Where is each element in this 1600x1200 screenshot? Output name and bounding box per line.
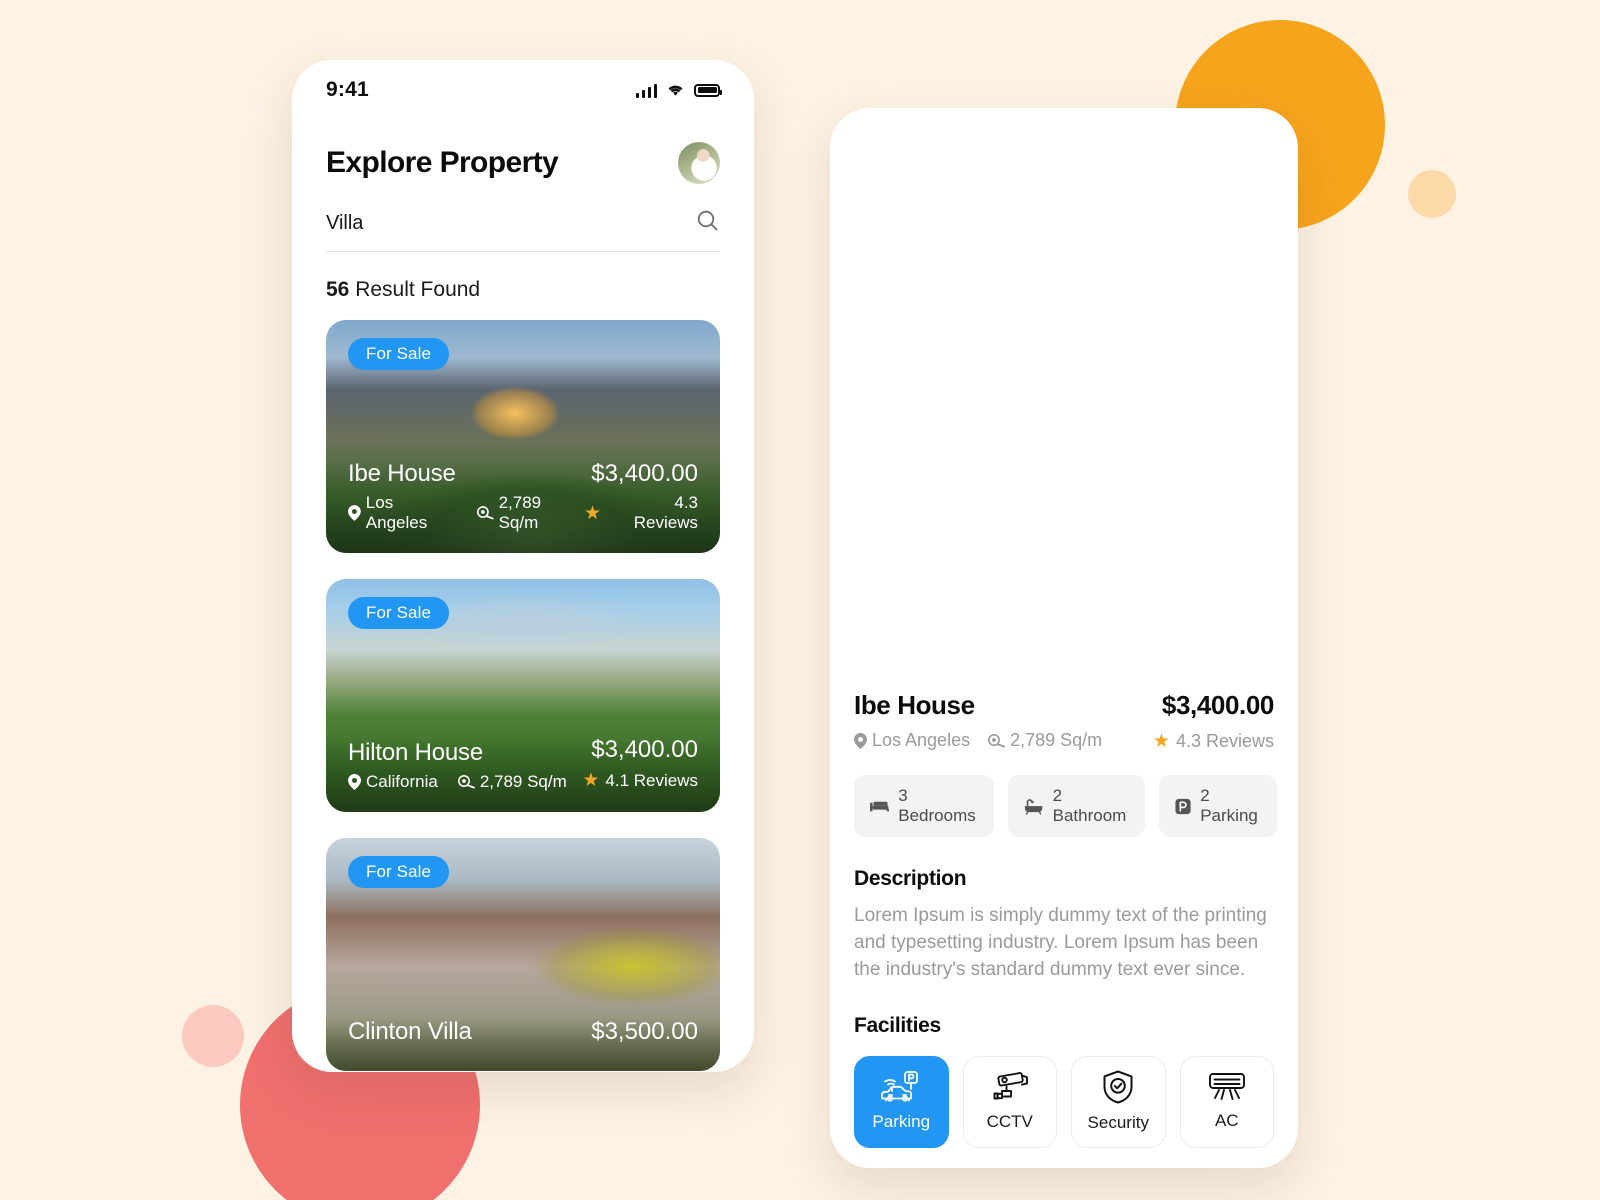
detail-title-row: Ibe House Los Angeles 2,789 Sq/m $3,400.…	[854, 690, 1274, 753]
chip-label: 3 Bedrooms	[898, 786, 976, 825]
property-reviews: ★ 4.1 Reviews	[582, 770, 698, 791]
property-image-carousel[interactable]: 9:41	[830, 108, 1298, 664]
property-name: Clinton Villa	[348, 1018, 472, 1045]
property-location: Los Angeles	[854, 730, 970, 751]
chip-bedrooms: 3 Bedrooms	[854, 775, 995, 837]
area-icon	[457, 775, 475, 789]
cellular-signal-icon	[1179, 131, 1201, 146]
result-text: Result Found	[355, 278, 481, 301]
property-spec-chips: 3 Bedrooms 2 Bathroom 2 Parking	[854, 775, 1277, 837]
star-icon: ★	[582, 770, 600, 791]
search-bar[interactable]	[326, 208, 720, 252]
property-card-list: For Sale Ibe House Los Angeles 2,789 Sq/…	[326, 320, 720, 1071]
property-name: Ibe House	[348, 460, 456, 487]
status-icons	[635, 83, 722, 98]
result-count-label: 56 Result Found	[326, 278, 720, 302]
facilities-list: Parking CCTV Security AC	[854, 1055, 1274, 1148]
facility-label: CCTV	[986, 1112, 1033, 1132]
property-area: 2,789 Sq/m	[988, 730, 1102, 751]
property-meta: Los Angeles 2,789 Sq/m	[854, 730, 1102, 751]
facility-parking[interactable]: Parking	[854, 1055, 949, 1148]
carousel-dot[interactable]	[1023, 630, 1036, 642]
facility-label: AC	[1214, 1111, 1239, 1131]
property-area: 2,789 Sq/m	[476, 493, 584, 533]
explore-header: Explore Property	[292, 120, 754, 184]
property-reviews: ★ 4.3 Reviews	[1152, 731, 1274, 752]
area-icon	[476, 506, 494, 520]
parking-sign-icon	[1175, 798, 1191, 814]
facilities-title: Facilities	[854, 1013, 941, 1037]
search-input[interactable]	[326, 211, 661, 235]
star-icon: ★	[1152, 731, 1170, 752]
facility-security[interactable]: Security	[1071, 1055, 1166, 1148]
property-reviews: ★ 4.3 Reviews	[584, 493, 698, 532]
area-icon	[988, 733, 1005, 747]
avatar[interactable]	[678, 142, 720, 184]
status-badge: For Sale	[348, 338, 450, 370]
carousel-dot[interactable]	[1069, 630, 1082, 642]
status-bar: 9:41	[292, 60, 754, 120]
page-title: Explore Property	[326, 146, 559, 179]
property-card[interactable]: For Sale Clinton Villa $3,500.00	[326, 838, 720, 1071]
property-location: Los Angeles	[348, 493, 457, 533]
property-price: $3,400.00	[591, 460, 698, 487]
property-price: $3,500.00	[591, 1018, 698, 1045]
status-badge: For Sale	[348, 856, 450, 888]
property-info: Ibe House Los Angeles 2,789 Sq/m $3,400.	[326, 460, 720, 553]
search-icon[interactable]	[695, 208, 720, 238]
property-price: $3,400.00	[591, 736, 698, 763]
chip-bathroom: 2 Bathroom	[1008, 775, 1146, 837]
cellular-signal-icon	[635, 83, 657, 98]
wifi-icon	[666, 83, 685, 97]
property-card[interactable]: For Sale Ibe House Los Angeles 2,789 Sq/…	[326, 320, 720, 553]
property-detail-screen: 9:41 Ibe House Los Angeles 2,789 Sq/m $3…	[830, 108, 1298, 1168]
property-info: Hilton House California 2,789 Sq/m $3,40	[326, 736, 720, 812]
description-text: Lorem Ipsum is simply dummy text of the …	[854, 905, 1267, 980]
status-time: 9:41	[326, 78, 369, 101]
property-name: Ibe House	[854, 690, 975, 720]
battery-icon	[694, 83, 722, 97]
detail-body: Ibe House Los Angeles 2,789 Sq/m $3,400.…	[830, 664, 1298, 1148]
decorative-circle-pink	[182, 1005, 244, 1067]
carousel-dot[interactable]	[1046, 630, 1059, 642]
description-title: Description	[854, 867, 967, 890]
facility-ac[interactable]: AC	[1179, 1055, 1274, 1148]
smart-parking-icon	[881, 1071, 919, 1103]
carousel-dot[interactable]	[1092, 630, 1105, 642]
wifi-icon	[1210, 131, 1229, 145]
carousel-dots[interactable]	[830, 630, 1298, 642]
status-bar: 9:41	[830, 108, 1298, 168]
property-location: California	[348, 772, 438, 792]
location-pin-icon	[348, 505, 361, 521]
bathtub-icon	[1025, 798, 1043, 815]
shield-check-icon	[1103, 1070, 1133, 1104]
battery-icon	[1238, 131, 1266, 145]
bed-icon	[870, 801, 890, 811]
status-time: 9:41	[864, 126, 907, 149]
chip-parking: 2 Parking	[1159, 775, 1277, 837]
chip-label: 2 Parking	[1200, 786, 1258, 825]
property-name: Hilton House	[348, 739, 484, 766]
property-card[interactable]: For Sale Hilton House California 2,789 S…	[326, 579, 720, 812]
facility-label: Security	[1087, 1113, 1149, 1133]
facility-label: Parking	[872, 1112, 931, 1132]
property-area: 2,789 Sq/m	[457, 772, 567, 792]
location-pin-icon	[348, 774, 361, 790]
chip-label: 2 Bathroom	[1052, 786, 1127, 825]
facility-cctv[interactable]: CCTV	[962, 1055, 1057, 1148]
star-icon: ★	[584, 502, 602, 524]
explore-property-screen: 9:41 Explore Property 56 Result Found Fo…	[292, 60, 754, 1072]
location-pin-icon	[854, 732, 867, 749]
property-price: $3,400.00	[1161, 690, 1274, 720]
air-conditioner-icon	[1208, 1073, 1245, 1101]
status-badge: For Sale	[348, 597, 450, 629]
property-info: Clinton Villa $3,500.00	[326, 1018, 720, 1071]
decorative-circle-peach	[1408, 170, 1456, 218]
status-icons	[1179, 131, 1266, 146]
cctv-camera-icon	[993, 1072, 1028, 1100]
result-count: 56	[326, 278, 350, 301]
